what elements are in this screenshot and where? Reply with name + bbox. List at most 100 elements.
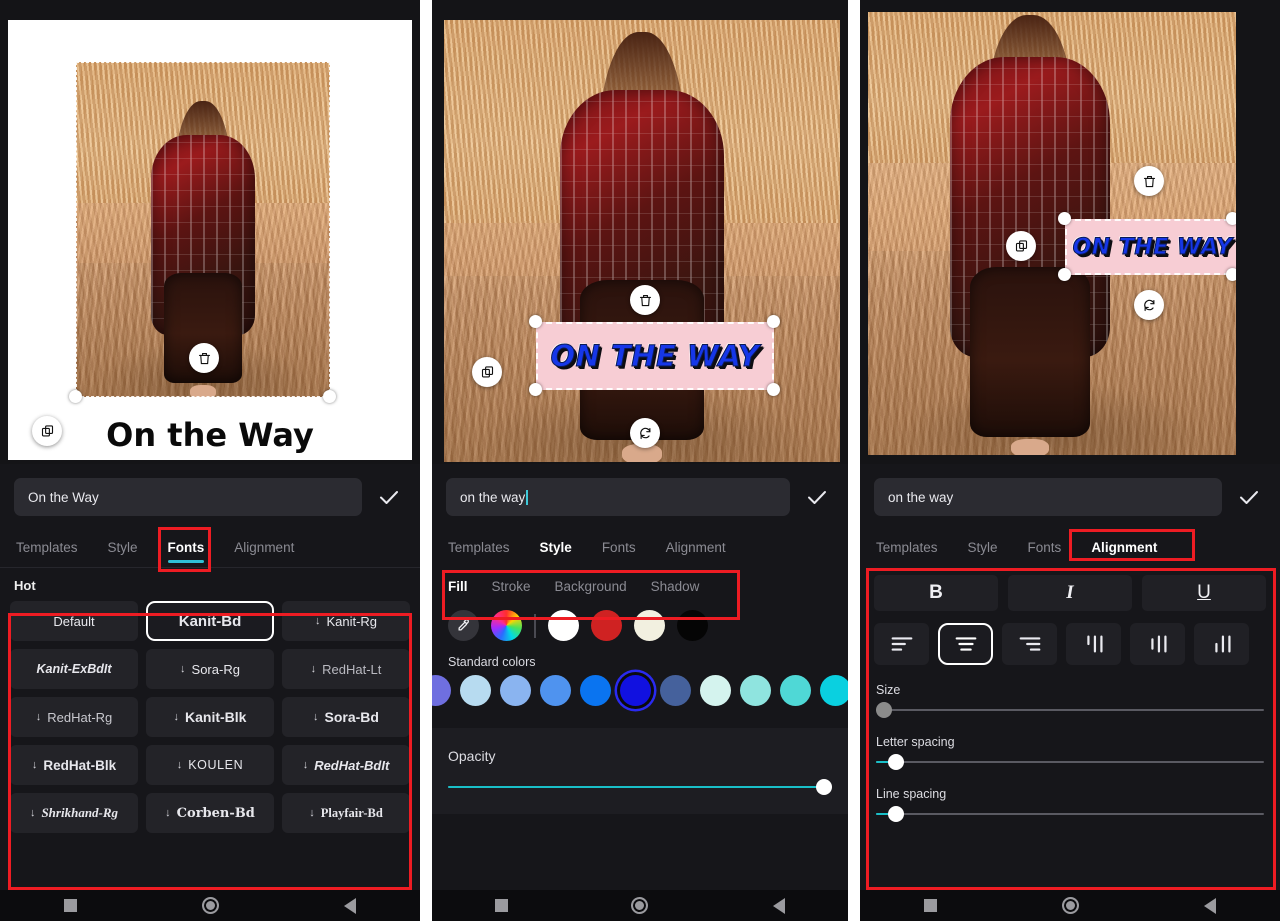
font-item[interactable]: ↓ RedHat-BdIt [282, 745, 410, 785]
confirm-button[interactable] [372, 485, 406, 509]
size-slider[interactable] [876, 701, 1264, 719]
font-item[interactable]: ↓ RedHat-Lt [282, 649, 410, 689]
swatch-white[interactable] [547, 610, 579, 641]
resize-handle-bottom-left[interactable] [1058, 268, 1071, 281]
home-button[interactable] [180, 890, 240, 921]
swatch-black[interactable] [676, 610, 708, 641]
canvas-preview-2[interactable]: ON THE WAY [444, 20, 840, 462]
tab-style[interactable]: Style [538, 532, 574, 565]
color-swatch[interactable] [820, 675, 848, 706]
font-item[interactable]: ↓ Sora-Bd [282, 697, 410, 737]
tab-alignment[interactable]: Alignment [664, 532, 728, 565]
text-overlay-chip[interactable]: ON THE WAY [1065, 219, 1236, 275]
font-item[interactable]: ↓ Playfair-Bd [282, 793, 410, 833]
delete-icon[interactable] [630, 285, 660, 315]
align-vertical-middle-icon[interactable] [1130, 623, 1185, 665]
photo-image-2[interactable] [444, 20, 840, 462]
canvas-preview-3[interactable]: ON THE WAY [868, 12, 1236, 455]
align-vertical-top-icon[interactable] [1066, 623, 1121, 665]
color-swatch[interactable] [780, 675, 811, 706]
canvas-preview-1[interactable]: On the Way [8, 20, 412, 460]
back-button[interactable] [749, 890, 809, 921]
recents-button[interactable] [40, 890, 100, 921]
resize-handle-bottom-right[interactable] [1226, 268, 1236, 281]
underline-button[interactable]: U [1142, 575, 1266, 611]
tab-style[interactable]: Style [106, 532, 140, 565]
recents-button[interactable] [471, 890, 531, 921]
align-center-icon[interactable] [938, 623, 993, 665]
color-wheel-icon[interactable] [491, 610, 522, 641]
resize-handle-top-left[interactable] [529, 315, 542, 328]
align-vertical-bottom-icon[interactable] [1194, 623, 1249, 665]
bold-button[interactable]: B [874, 575, 998, 611]
color-swatch[interactable] [500, 675, 531, 706]
color-swatch[interactable] [700, 675, 731, 706]
font-item[interactable]: ↓ Kanit-Blk [146, 697, 274, 737]
tab-templates[interactable]: Templates [14, 532, 80, 565]
align-left-icon[interactable] [874, 623, 929, 665]
tab-style[interactable]: Style [966, 532, 1000, 565]
color-swatch[interactable] [540, 675, 571, 706]
color-swatch[interactable] [460, 675, 491, 706]
tab-templates[interactable]: Templates [874, 532, 940, 565]
delete-icon[interactable] [1134, 166, 1164, 196]
back-button[interactable] [1180, 890, 1240, 921]
tab-alignment[interactable]: Alignment [1089, 532, 1159, 565]
canvas-title-text[interactable]: On the Way [8, 416, 412, 454]
duplicate-icon[interactable] [1006, 231, 1036, 261]
italic-button[interactable]: I [1008, 575, 1132, 611]
font-item[interactable]: ↓ Sora-Rg [146, 649, 274, 689]
color-swatch-selected[interactable] [620, 675, 651, 706]
resize-handle-top-right[interactable] [1226, 212, 1236, 225]
tab-templates[interactable]: Templates [446, 532, 512, 565]
slider-thumb[interactable] [888, 754, 904, 770]
font-item[interactable]: ↓ Kanit-Rg [282, 601, 410, 641]
tab-alignment[interactable]: Alignment [232, 532, 296, 565]
font-item[interactable]: ↓ RedHat-Blk [10, 745, 138, 785]
text-overlay-chip[interactable]: ON THE WAY [536, 322, 774, 390]
font-item[interactable]: ↓ Shrikhand-Rg [10, 793, 138, 833]
subtab-background[interactable]: Background [555, 579, 627, 594]
color-swatch[interactable] [580, 675, 611, 706]
slider-thumb[interactable] [816, 779, 833, 795]
text-input[interactable]: on the way [874, 478, 1222, 516]
resize-handle-bottom-right[interactable] [323, 390, 336, 403]
swatch-red[interactable] [590, 610, 622, 641]
subtab-shadow[interactable]: Shadow [651, 579, 700, 594]
color-swatch[interactable] [660, 675, 691, 706]
home-button[interactable] [610, 890, 670, 921]
delete-icon[interactable] [189, 343, 219, 373]
text-input[interactable]: on the way [446, 478, 790, 516]
rotate-icon[interactable] [630, 418, 660, 448]
font-item[interactable]: Kanit-ExBdIt [10, 649, 138, 689]
subtab-stroke[interactable]: Stroke [492, 579, 531, 594]
line-spacing-slider[interactable] [876, 805, 1264, 823]
resize-handle-bottom-left[interactable] [529, 383, 542, 396]
slider-thumb[interactable] [888, 806, 904, 822]
resize-handle-top-left[interactable] [1058, 212, 1071, 225]
home-button[interactable] [1040, 890, 1100, 921]
letter-spacing-slider[interactable] [876, 753, 1264, 771]
resize-handle-top-right[interactable] [767, 315, 780, 328]
back-button[interactable] [320, 890, 380, 921]
recents-button[interactable] [900, 890, 960, 921]
swatch-cream[interactable] [633, 610, 665, 641]
resize-handle-bottom-left[interactable] [69, 390, 82, 403]
slider-thumb[interactable] [876, 702, 892, 718]
font-item[interactable]: ↓ RedHat-Rg [10, 697, 138, 737]
resize-handle-bottom-right[interactable] [767, 383, 780, 396]
tab-fonts[interactable]: Fonts [1026, 532, 1064, 565]
align-right-icon[interactable] [1002, 623, 1057, 665]
opacity-slider[interactable] [448, 778, 833, 796]
font-item[interactable]: ↓ Corben-Bd [146, 793, 274, 833]
color-swatch[interactable] [432, 675, 451, 706]
tab-fonts[interactable]: Fonts [600, 532, 638, 565]
confirm-button[interactable] [800, 485, 834, 509]
color-swatch[interactable] [740, 675, 771, 706]
rotate-icon[interactable] [1134, 290, 1164, 320]
eyedropper-icon[interactable] [448, 610, 479, 641]
tab-fonts[interactable]: Fonts [166, 532, 207, 565]
text-input[interactable]: On the Way [14, 478, 362, 516]
duplicate-icon[interactable] [472, 357, 502, 387]
font-item[interactable]: ↓ KOULEN [146, 745, 274, 785]
